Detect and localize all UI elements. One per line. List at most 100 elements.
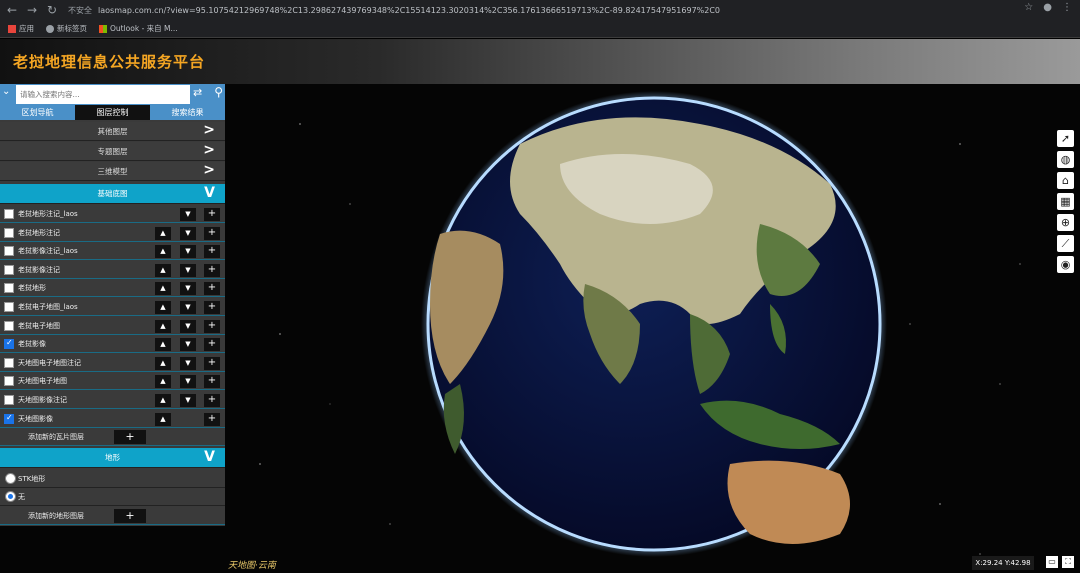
layer-options-button[interactable]: + bbox=[204, 282, 220, 296]
layer-checkbox[interactable] bbox=[4, 246, 14, 257]
move-down-button[interactable]: ▼ bbox=[180, 282, 196, 296]
move-up-button[interactable]: ▲ bbox=[155, 301, 171, 314]
add-terrain-layer-button[interactable]: + bbox=[114, 509, 146, 523]
layer-checkbox[interactable] bbox=[4, 283, 14, 294]
layer-label: 老挝影像注记 bbox=[18, 265, 60, 274]
vr-icon[interactable]: ▭ bbox=[1046, 556, 1058, 568]
move-down-button[interactable]: ▼ bbox=[180, 356, 196, 370]
bookmark-apps[interactable]: 应用 bbox=[8, 23, 34, 34]
globe-icon bbox=[46, 24, 54, 33]
globe-icon[interactable]: ◍ bbox=[1057, 151, 1074, 168]
section-other-layers[interactable]: 其他图层 > bbox=[0, 122, 225, 141]
bookmark-new-tab[interactable]: 新标签页 bbox=[46, 23, 87, 34]
move-down-button[interactable]: ▼ bbox=[180, 208, 196, 221]
move-up-button[interactable]: ▲ bbox=[155, 319, 171, 333]
back-icon[interactable]: ← bbox=[4, 2, 20, 18]
add-terrain-layer-row: 添加新的地形图层 + bbox=[0, 507, 225, 525]
move-down-button[interactable]: ▼ bbox=[180, 301, 196, 314]
star-icon[interactable]: ☆ bbox=[1024, 2, 1033, 13]
compass-icon[interactable]: ➚ bbox=[1057, 130, 1074, 147]
move-up-button[interactable]: ▲ bbox=[155, 356, 171, 370]
move-down-button[interactable]: ▼ bbox=[180, 319, 196, 333]
move-down-button[interactable]: ▼ bbox=[180, 375, 196, 389]
layer-label: 老挝地形注记 bbox=[18, 228, 60, 237]
locate-icon[interactable]: ◉ bbox=[1057, 256, 1074, 273]
ruler-icon[interactable]: ⟋ bbox=[1057, 235, 1074, 252]
terrain-option-none[interactable]: 无 bbox=[0, 488, 225, 506]
tab-region-nav[interactable]: 区划导航 bbox=[0, 105, 75, 120]
layer-checkbox[interactable] bbox=[4, 395, 14, 405]
move-down-button[interactable]: ▼ bbox=[180, 338, 196, 352]
swap-icon[interactable]: ⇄ bbox=[193, 86, 202, 99]
move-down-button[interactable]: ▼ bbox=[180, 245, 196, 259]
move-up-button[interactable]: ▲ bbox=[155, 338, 171, 352]
home-icon[interactable]: ⌂ bbox=[1057, 172, 1074, 189]
profile-icon[interactable]: ● bbox=[1043, 2, 1052, 13]
tianditu-logo: 天地图·云南 bbox=[228, 561, 276, 571]
layer-row: 天地图电子地图 ▲ ▼ + bbox=[0, 372, 225, 391]
layer-row: 老挝电子地图 ▲ ▼ + bbox=[0, 316, 225, 335]
map-toolbar: ➚ ◍ ⌂ ▦ ⊕ ⟋ ◉ bbox=[1057, 130, 1075, 277]
bookmarks-bar: 应用 新标签页 Outlook - 来自 M... bbox=[0, 20, 1080, 38]
terrain-option-stk[interactable]: STK地形 bbox=[0, 470, 225, 488]
move-down-button[interactable]: ▼ bbox=[180, 394, 196, 407]
layer-checkbox[interactable] bbox=[4, 302, 14, 312]
bookmark-outlook[interactable]: Outlook - 来自 M... bbox=[99, 23, 178, 34]
tab-layer-control[interactable]: 图层控制 bbox=[75, 105, 150, 120]
layer-options-button[interactable]: + bbox=[204, 412, 220, 426]
move-down-button[interactable]: ▼ bbox=[180, 263, 196, 277]
layer-checkbox[interactable] bbox=[4, 413, 14, 424]
menu-icon[interactable]: ⋮ bbox=[1062, 2, 1072, 13]
section-thematic-layers[interactable]: 专题图层 > bbox=[0, 142, 225, 161]
section-base-map[interactable]: 基础底图 V bbox=[0, 184, 225, 204]
chevron-right-icon: > bbox=[203, 162, 215, 178]
layer-options-button[interactable]: + bbox=[204, 356, 220, 370]
radio-button[interactable] bbox=[5, 473, 16, 484]
layer-label: 老挝电子地图 bbox=[18, 321, 60, 330]
layer-row: 天地图影像注记 ▲ ▼ + bbox=[0, 391, 225, 409]
layer-checkbox[interactable] bbox=[4, 227, 14, 238]
layer-checkbox[interactable] bbox=[4, 264, 14, 275]
layer-options-button[interactable]: + bbox=[204, 263, 220, 277]
move-up-button[interactable]: ▲ bbox=[155, 226, 171, 240]
section-3d-models[interactable]: 三维模型 > bbox=[0, 162, 225, 181]
radio-button[interactable] bbox=[5, 491, 16, 502]
move-up-button[interactable]: ▲ bbox=[155, 282, 171, 296]
reload-icon[interactable]: ↻ bbox=[44, 2, 60, 18]
move-up-button[interactable]: ▲ bbox=[155, 375, 171, 389]
layer-checkbox[interactable] bbox=[4, 338, 14, 350]
layer-options-button[interactable]: + bbox=[204, 208, 220, 221]
move-up-button[interactable]: ▲ bbox=[155, 245, 171, 259]
layer-panel: ⌄ ⇄ ⚲ 区划导航 图层控制 搜索结果 其他图层 > 专题图层 > 三维模型 … bbox=[0, 84, 225, 526]
forward-icon[interactable]: → bbox=[24, 2, 40, 18]
layer-checkbox[interactable] bbox=[4, 209, 14, 219]
layer-options-button[interactable]: + bbox=[204, 319, 220, 333]
search-icon[interactable]: ⚲ bbox=[214, 85, 223, 99]
browser-right-icons: ☆ ● ⋮ bbox=[1024, 2, 1072, 13]
layer-options-button[interactable]: + bbox=[204, 394, 220, 407]
tab-search-results[interactable]: 搜索结果 bbox=[150, 105, 225, 120]
search-input[interactable] bbox=[16, 85, 190, 104]
url-bar[interactable]: laosmap.com.cn/?view=95.10754212969748%2… bbox=[98, 6, 720, 15]
panel-tabs: 区划导航 图层控制 搜索结果 bbox=[0, 105, 225, 120]
section-terrain[interactable]: 地形 V bbox=[0, 448, 225, 468]
move-up-button[interactable]: ▲ bbox=[155, 394, 171, 407]
add-tile-layer-button[interactable]: + bbox=[114, 430, 146, 444]
move-up-button[interactable]: ▲ bbox=[155, 412, 171, 426]
layer-options-button[interactable]: + bbox=[204, 301, 220, 314]
move-up-button[interactable]: ▲ bbox=[155, 263, 171, 277]
layer-label: 天地图影像 bbox=[18, 414, 53, 423]
map-icon[interactable]: ▦ bbox=[1057, 193, 1074, 210]
layer-checkbox[interactable] bbox=[4, 320, 14, 331]
move-down-button[interactable]: ▼ bbox=[180, 226, 196, 240]
layer-checkbox[interactable] bbox=[4, 376, 14, 387]
security-indicator[interactable]: 不安全 bbox=[68, 5, 92, 16]
double-chevron-down-icon[interactable]: ⌄ bbox=[2, 86, 10, 97]
layer-options-button[interactable]: + bbox=[204, 226, 220, 240]
layer-options-button[interactable]: + bbox=[204, 338, 220, 352]
layer-options-button[interactable]: + bbox=[204, 375, 220, 389]
fullscreen-icon[interactable]: ⛶ bbox=[1062, 556, 1074, 568]
layer-checkbox[interactable] bbox=[4, 357, 14, 368]
layer-options-button[interactable]: + bbox=[204, 245, 220, 259]
world-icon[interactable]: ⊕ bbox=[1057, 214, 1074, 231]
